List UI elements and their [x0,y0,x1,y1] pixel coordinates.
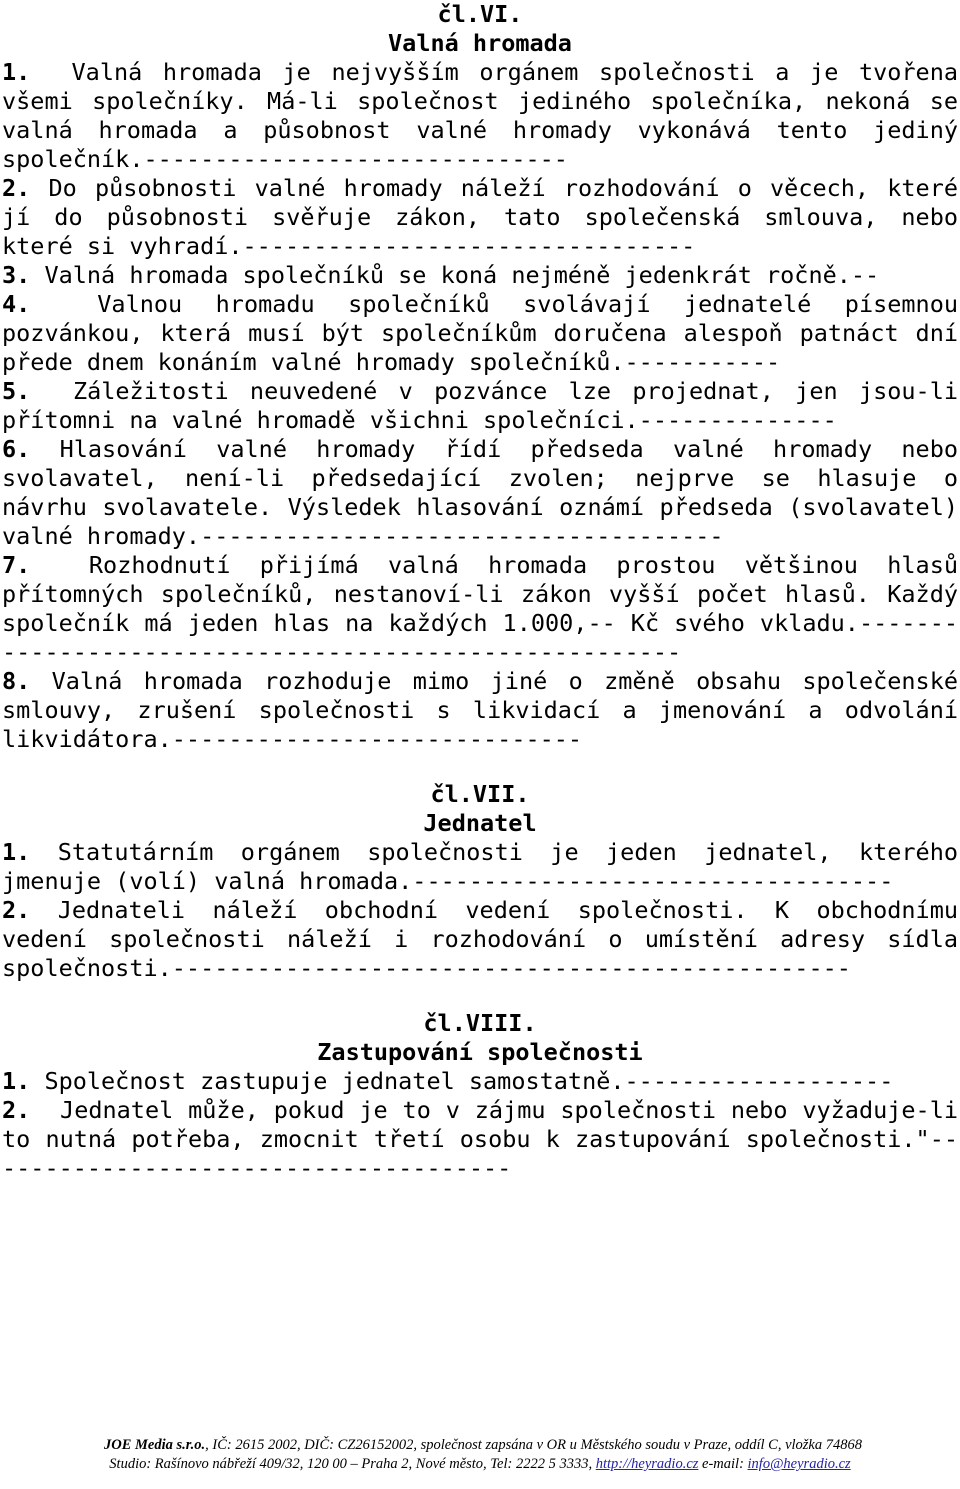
paragraph-text: Záležitosti neuvedené v pozvánce lze pro… [2,377,958,434]
section-article-viii: čl.VIII. Zastupování společnosti 1. Spol… [2,1009,958,1183]
paragraph-text: Rozhodnutí přijímá valná hromada prostou… [2,551,958,666]
document-body: čl.VI. Valná hromada 1. Valná hromada je… [2,0,958,1183]
paragraph-text: Valná hromada společníků se koná nejméně… [30,261,880,289]
paragraph-number: 4. [2,290,31,318]
paragraph-number: 5. [2,377,31,405]
paragraph-text: Společnost zastupuje jednatel samostatně… [30,1067,894,1095]
article-number-vii: čl.VII. [430,780,530,808]
paragraph-vi-8: 8. Valná hromada rozhoduje mimo jiné o z… [2,667,958,754]
paragraph-number: 1. [2,838,31,866]
paragraph-number: 2. [2,896,31,924]
paragraph-text: Valná hromada je nejvyšším orgánem spole… [2,58,958,173]
article-title-vi: Valná hromada [388,29,572,57]
footer-email-label: e-mail: [698,1456,748,1472]
paragraph-number: 2. [2,1096,31,1124]
paragraph-text: Hlasování valné hromady řídí předseda va… [2,435,958,550]
footer-website-link[interactable]: http://heyradio.cz [596,1456,699,1472]
paragraph-number: 3. [2,261,31,289]
paragraph-viii-1: 1. Společnost zastupuje jednatel samosta… [2,1067,958,1096]
paragraph-viii-2: 2. Jednatel může, pokud je to v zájmu sp… [2,1096,958,1183]
paragraph-number: 8. [2,667,31,695]
paragraph-text: Valnou hromadu společníků svolávají jedn… [2,290,958,376]
article-title-vii: Jednatel [423,809,537,837]
article-number-viii: čl.VIII. [423,1009,537,1037]
paragraph-vi-7: 7. Rozhodnutí přijímá valná hromada pros… [2,551,958,667]
footer-company-details: , IČ: 2615 2002, DIČ: CZ26152002, společ… [205,1437,862,1453]
paragraph-number: 7. [2,551,31,579]
paragraph-number: 1. [2,58,31,86]
section-article-vii: čl.VII. Jednatel 1. Statutárním orgánem … [2,780,958,983]
paragraph-number: 6. [2,435,31,463]
paragraph-vii-1: 1. Statutárním orgánem společnosti je je… [2,838,958,896]
paragraph-number: 2. [2,174,31,202]
footer-contact-line: Studio: Rašínovo nábřeží 409/32, 120 00 … [0,1455,960,1474]
paragraph-text: Statutárním orgánem společnosti je jeden… [2,838,958,895]
paragraph-text: Do působnosti valné hromady náleží rozho… [2,174,958,260]
paragraph-vi-4: 4. Valnou hromadu společníků svolávají j… [2,290,958,377]
paragraph-number: 1. [2,1067,31,1095]
page-footer: JOE Media s.r.o., IČ: 2615 2002, DIČ: CZ… [0,1436,960,1474]
paragraph-vii-2: 2. Jednateli náleží obchodní vedení spol… [2,896,958,983]
paragraph-vi-3: 3. Valná hromada společníků se koná nejm… [2,261,958,290]
section-article-vi: čl.VI. Valná hromada 1. Valná hromada je… [2,0,958,754]
footer-address-text: Studio: Rašínovo nábřeží 409/32, 120 00 … [109,1456,596,1472]
footer-company-line: JOE Media s.r.o., IČ: 2615 2002, DIČ: CZ… [0,1436,960,1455]
paragraph-vi-1: 1. Valná hromada je nejvyšším orgánem sp… [2,58,958,174]
article-title-viii: Zastupování společnosti [317,1038,643,1066]
paragraph-text: Jednatel může, pokud je to v zájmu spole… [2,1096,958,1182]
paragraph-vi-6: 6. Hlasování valné hromady řídí předseda… [2,435,958,551]
footer-email-link[interactable]: info@heyradio.cz [748,1456,851,1472]
footer-company-name: JOE Media s.r.o. [103,1437,206,1453]
article-number-vi: čl.VI. [437,0,523,28]
paragraph-vi-5: 5. Záležitosti neuvedené v pozvánce lze … [2,377,958,435]
paragraph-vi-2: 2. Do působnosti valné hromady náleží ro… [2,174,958,261]
paragraph-text: Valná hromada rozhoduje mimo jiné o změn… [2,667,958,753]
document-page: čl.VI. Valná hromada 1. Valná hromada je… [0,0,960,1489]
paragraph-text: Jednateli náleží obchodní vedení společn… [2,896,958,982]
